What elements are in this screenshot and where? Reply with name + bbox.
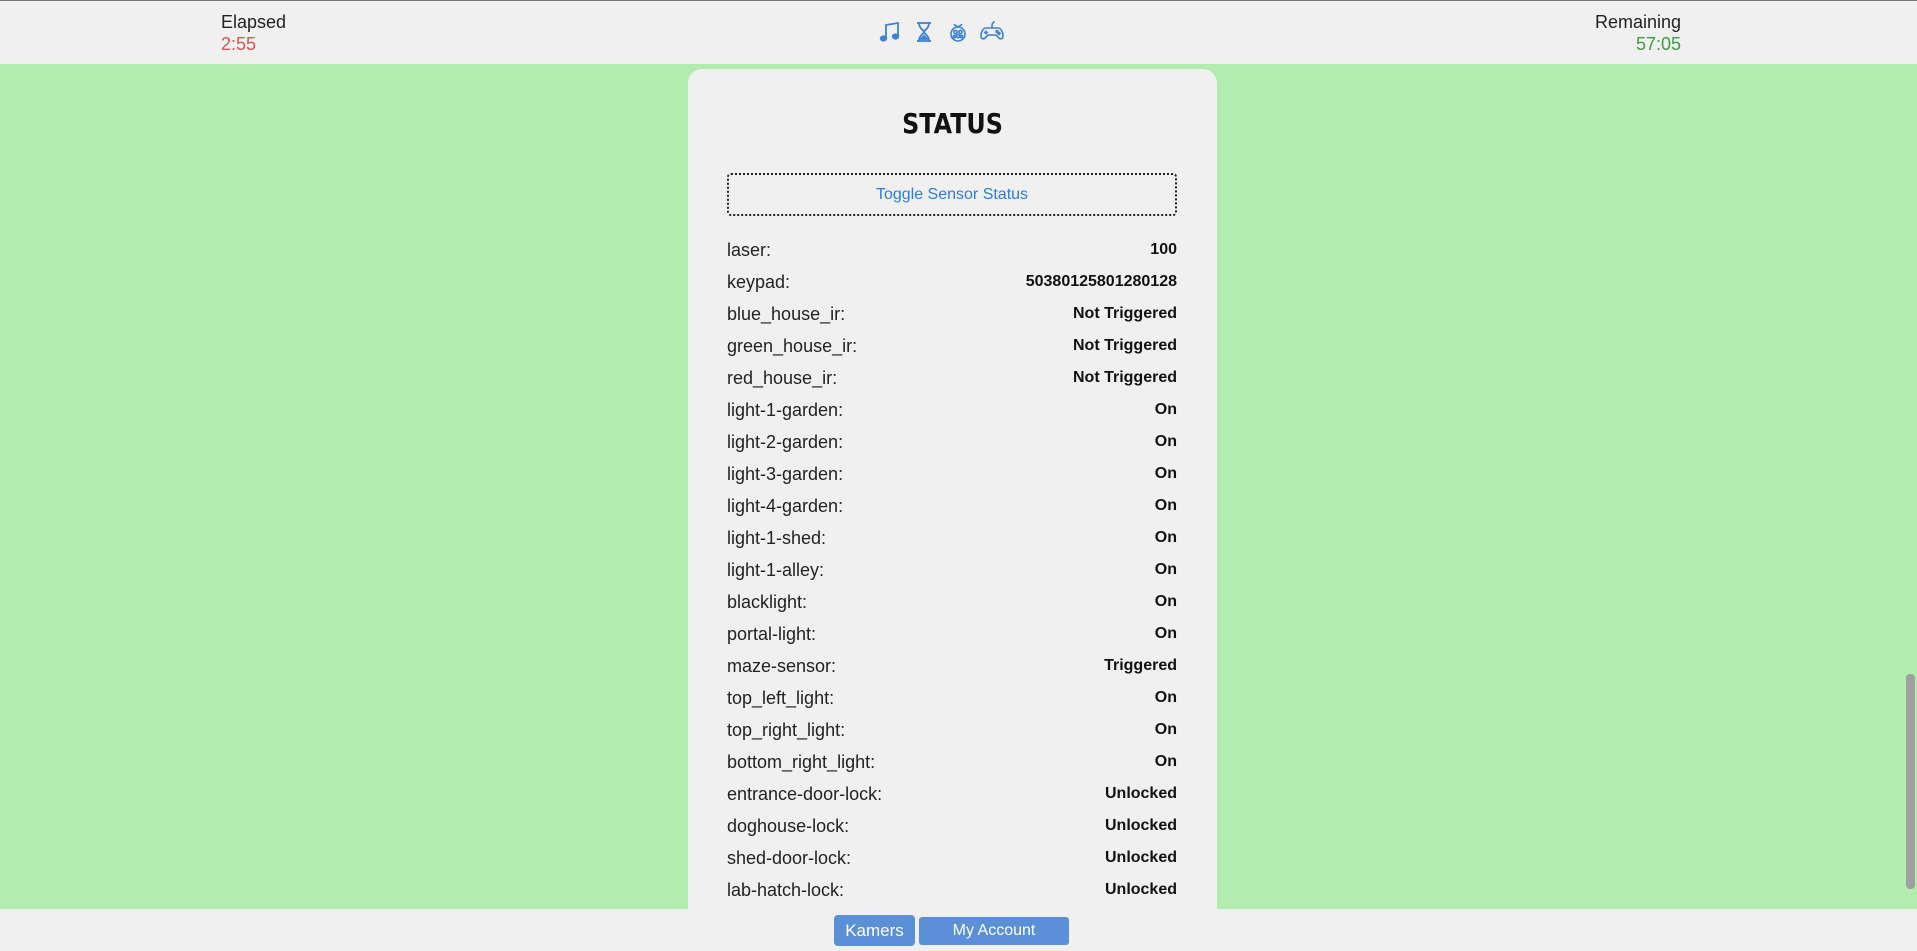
status-value: On [1154, 625, 1177, 642]
status-key: portal-light: [727, 623, 817, 644]
status-row: light-1-shed: On [727, 522, 1177, 554]
status-key: light-2-garden: [727, 431, 844, 452]
toggle-sensor-status-button[interactable]: Toggle Sensor Status [727, 173, 1177, 216]
raspberry-icon[interactable] [945, 19, 971, 45]
status-row: light-3-garden: On [727, 458, 1177, 490]
status-row: green_house_ir: Not Triggered [727, 330, 1177, 362]
status-value: On [1154, 721, 1177, 738]
status-row: entrance-door-lock: Unlocked [727, 778, 1177, 810]
status-key: top_right_light: [727, 719, 846, 740]
remaining-label: Remaining [1594, 12, 1681, 32]
gamepad-icon[interactable] [979, 19, 1005, 45]
status-value: On [1154, 529, 1177, 546]
status-value: On [1154, 465, 1177, 482]
status-row: light-4-garden: On [727, 490, 1177, 522]
status-key: entrance-door-lock: [727, 783, 883, 804]
status-key: laser: [727, 239, 772, 260]
status-row: top_left_light: On [727, 682, 1177, 714]
status-value: Not Triggered [1072, 369, 1177, 386]
top-bar: Elapsed 2:55 Remaining 57:05 [0, 0, 1917, 64]
status-title: STATUS [902, 107, 1003, 140]
status-row: light-1-garden: On [727, 394, 1177, 426]
status-value: On [1154, 753, 1177, 770]
status-key: blacklight: [727, 591, 808, 612]
status-value: On [1154, 497, 1177, 514]
status-value: Unlocked [1104, 785, 1177, 802]
my-account-button[interactable]: My Account [919, 917, 1069, 945]
status-row: blue_house_ir: Not Triggered [727, 298, 1177, 330]
status-key: maze-sensor: [727, 655, 837, 676]
status-key: light-1-alley: [727, 559, 825, 580]
status-row: top_right_light: On [727, 714, 1177, 746]
status-row: light-2-garden: On [727, 426, 1177, 458]
status-key: bottom_right_light: [727, 751, 876, 772]
status-row: red_house_ir: Not Triggered [727, 362, 1177, 394]
status-value: On [1154, 561, 1177, 578]
hourglass-icon[interactable] [911, 19, 937, 45]
status-key: red_house_ir: [727, 367, 838, 388]
status-row: lab-hatch-lock: Unlocked [727, 874, 1177, 906]
status-value: On [1154, 401, 1177, 418]
status-key: doghouse-lock: [727, 815, 850, 836]
status-value: On [1154, 433, 1177, 450]
status-key: shed-door-lock: [727, 847, 852, 868]
music-icon[interactable] [877, 19, 903, 45]
status-value: Not Triggered [1072, 337, 1177, 354]
status-row: blacklight: On [727, 586, 1177, 618]
status-key: light-1-shed: [727, 527, 827, 548]
status-key: keypad: [727, 271, 791, 292]
status-key: light-1-garden: [727, 399, 844, 420]
status-row: keypad: 50380125801280128 [727, 266, 1177, 298]
status-key: top_left_light: [727, 687, 835, 708]
status-row: portal-light: On [727, 618, 1177, 650]
scrollbar[interactable] [1903, 64, 1917, 909]
elapsed-value: 2:55 [221, 34, 257, 54]
status-value: Unlocked [1104, 817, 1177, 834]
kamers-button[interactable]: Kamers [834, 915, 915, 946]
status-panel: STATUS Toggle Sensor Status laser: 100 key… [688, 69, 1217, 909]
status-key: lab-hatch-lock: [727, 879, 845, 900]
status-row: light-1-alley: On [727, 554, 1177, 586]
status-row: shed-door-lock: Unlocked [727, 842, 1177, 874]
status-key: blue_house_ir: [727, 303, 846, 324]
top-icon-group [877, 19, 1005, 45]
status-row: laser: 100 [727, 234, 1177, 266]
remaining-timer: Remaining 57:05 [1595, 11, 1681, 55]
bottom-bar: Kamers My Account [0, 909, 1917, 951]
status-value: Unlocked [1104, 849, 1177, 866]
status-value: Triggered [1104, 657, 1177, 674]
status-value: Unlocked [1104, 881, 1177, 898]
remaining-value: 57:05 [1635, 34, 1681, 54]
status-row: maze-sensor: Triggered [727, 650, 1177, 682]
elapsed-timer: Elapsed 2:55 [221, 11, 286, 55]
status-key: light-4-garden: [727, 495, 844, 516]
status-key: green_house_ir: [727, 335, 858, 356]
status-list: laser: 100 keypad: 50380125801280128 blue_ho… [727, 234, 1177, 906]
status-value: Not Triggered [1072, 305, 1177, 322]
status-key: light-3-garden: [727, 463, 844, 484]
status-value: On [1154, 689, 1177, 706]
status-row: bottom_right_light: On [727, 746, 1177, 778]
status-row: doghouse-lock: Unlocked [727, 810, 1177, 842]
status-value: On [1154, 593, 1177, 610]
status-value: 50380125801280128 [1025, 273, 1177, 290]
status-value: 100 [1150, 241, 1177, 258]
elapsed-label: Elapsed [221, 12, 287, 32]
scrollbar-thumb[interactable] [1906, 674, 1915, 889]
